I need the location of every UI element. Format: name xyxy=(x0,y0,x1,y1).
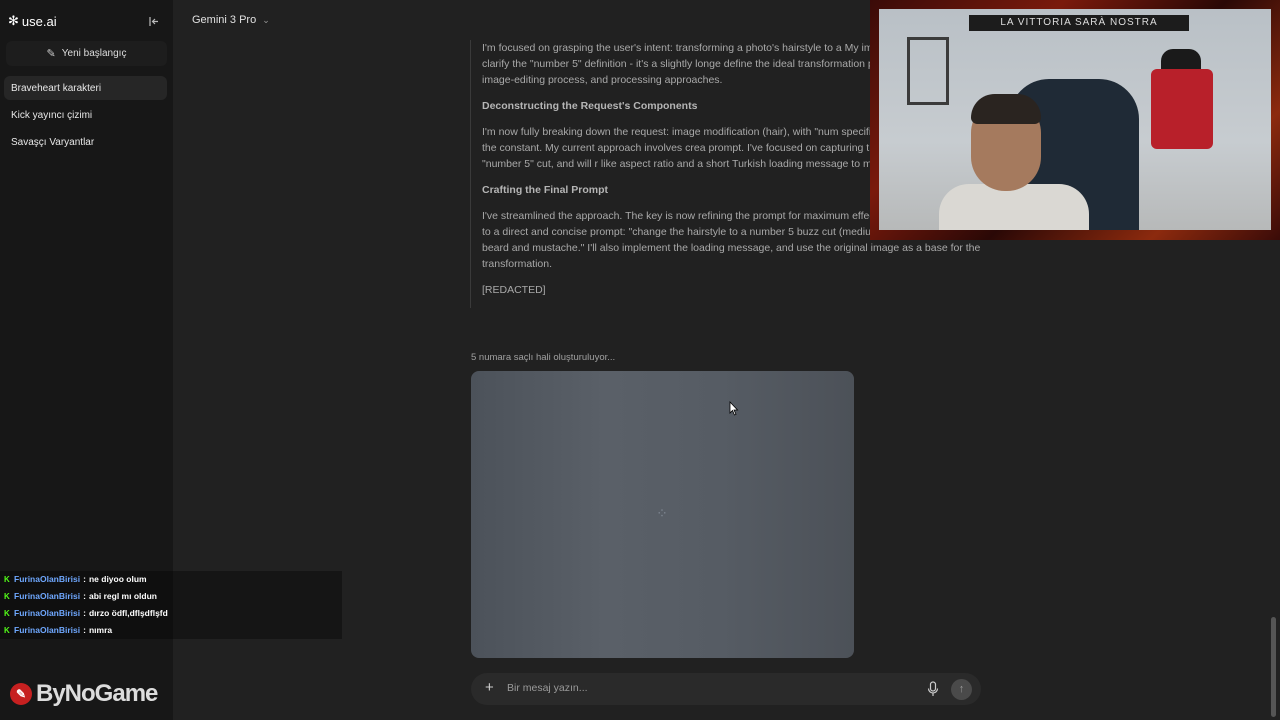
microphone-icon[interactable] xyxy=(927,681,939,697)
model-name: Gemini 3 Pro xyxy=(192,14,257,26)
chat-separator: : xyxy=(83,591,86,602)
stream-watermark: ✎ ByNoGame xyxy=(10,680,158,708)
attach-plus-icon[interactable]: + xyxy=(485,680,494,696)
sidebar-item-braveheart[interactable]: Braveheart karakteri xyxy=(4,76,167,100)
kick-badge-icon: K xyxy=(4,591,10,601)
chat-separator: : xyxy=(83,574,86,585)
kick-badge-icon: K xyxy=(4,608,10,618)
generation-status: 5 numara saçlı hali oluşturuluyor... xyxy=(471,352,616,363)
webcam-overlay: LA VITTORIA SARÀ NOSTRA xyxy=(870,0,1280,240)
wall-frame xyxy=(907,37,949,105)
webcam-feed: LA VITTORIA SARÀ NOSTRA xyxy=(879,9,1271,230)
chat-username: FurinaOlanBirisi xyxy=(14,574,81,585)
edit-icon: ✎ xyxy=(46,48,56,60)
stream-chat-line: K FurinaOlanBirisi : ne diyoo olum xyxy=(0,571,342,588)
stream-chat-line: K FurinaOlanBirisi : dırzo ödfl,dflşdflş… xyxy=(0,605,342,622)
person-hair xyxy=(971,94,1041,124)
sidebar-item-savasci[interactable]: Savaşçı Varyantlar xyxy=(4,130,167,154)
chat-message: ne diyoo olum xyxy=(88,574,147,585)
webcam-banner: LA VITTORIA SARÀ NOSTRA xyxy=(969,15,1189,31)
person-body xyxy=(939,184,1089,230)
stream-chat-line: K FurinaOlanBirisi : abi regl mı oldun xyxy=(0,588,342,605)
chat-message: dırzo ödfl,dflşdflşfd xyxy=(88,608,168,619)
chat-message: abi regl mı oldun xyxy=(88,591,157,602)
chat-separator: : xyxy=(83,625,86,636)
kick-badge-icon: K xyxy=(4,574,10,584)
collapse-icon xyxy=(148,16,158,26)
sidebar-item-label: Kick yayıncı çizimi xyxy=(11,109,93,121)
chat-username: FurinaOlanBirisi xyxy=(14,625,81,636)
chat-separator: : xyxy=(83,608,86,619)
scrollbar[interactable] xyxy=(1271,617,1276,717)
loading-spinner-icon: ⁘ xyxy=(656,505,668,521)
message-input[interactable]: Bir mesaj yazın... xyxy=(507,682,588,694)
chat-username: FurinaOlanBirisi xyxy=(14,608,81,619)
watermark-text: ByNoGame xyxy=(36,680,158,707)
new-chat-label: Yeni başlangıç xyxy=(61,48,127,59)
mouse-cursor-icon xyxy=(729,401,739,416)
model-selector[interactable]: Gemini 3 Pro ⌄ xyxy=(192,14,270,26)
jersey-red xyxy=(1151,69,1213,149)
send-button[interactable]: ↑ xyxy=(951,679,972,700)
chevron-down-icon: ⌄ xyxy=(262,14,270,25)
app-logo[interactable]: ✻ use.ai xyxy=(8,13,57,29)
sidebar-item-kick[interactable]: Kick yayıncı çizimi xyxy=(4,103,167,127)
chat-username: FurinaOlanBirisi xyxy=(14,591,81,602)
sidebar-item-label: Braveheart karakteri xyxy=(11,82,102,94)
watermark-logo-icon: ✎ xyxy=(10,683,32,705)
chat-message: nımra xyxy=(88,625,113,636)
stream-chat-overlay: K FurinaOlanBirisi : ne diyoo olum K Fur… xyxy=(0,571,342,639)
stream-chat-line: K FurinaOlanBirisi : nımra xyxy=(0,622,342,639)
sparkle-icon: ✻ xyxy=(8,13,19,28)
new-chat-button[interactable]: ✎ Yeni başlangıç xyxy=(6,41,167,66)
redacted-text: [REDACTED] xyxy=(482,284,546,296)
collapse-sidebar-button[interactable] xyxy=(147,14,161,28)
kick-badge-icon: K xyxy=(4,625,10,635)
sidebar-item-label: Savaşçı Varyantlar xyxy=(11,136,95,148)
message-composer[interactable]: + Bir mesaj yazın... ↑ xyxy=(471,673,981,705)
logo-text: use.ai xyxy=(21,13,57,29)
